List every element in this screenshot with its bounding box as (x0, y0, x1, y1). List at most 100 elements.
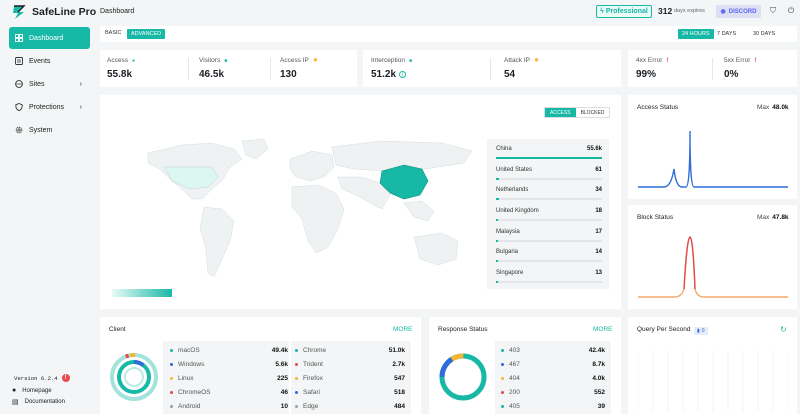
qps-title: Query Per Second (637, 326, 691, 333)
world-map-card: ACCESS BLOCKED China 55.6k United States… (100, 95, 621, 309)
list-item[interactable]: Chrome (295, 347, 326, 354)
qps-grid (638, 351, 788, 411)
shirt-theme-icon[interactable]: ⛉ (768, 6, 778, 16)
os-value: 10 (280, 403, 288, 410)
country-name: Bulgaria (496, 249, 519, 255)
list-item[interactable]: Windows (170, 361, 204, 368)
status-count: 42.4k (588, 347, 605, 354)
app-logo[interactable]: SafeLine Pro (12, 4, 96, 20)
client-donut-chart[interactable] (108, 351, 160, 403)
legend-dot (501, 391, 504, 394)
attack-ip-label: Attack IP (504, 57, 531, 64)
logout-icon[interactable]: ⏻ (786, 6, 796, 16)
chevron-right-icon: › (79, 103, 82, 111)
list-item[interactable]: Firefox (295, 375, 323, 382)
list-item[interactable]: ChromeOS (170, 389, 211, 396)
sidebar-item-system[interactable]: System (9, 119, 90, 141)
error-5xx-value: 0% (724, 69, 739, 80)
list-item[interactable]: 405 (501, 403, 520, 410)
list-item[interactable]: Android (170, 403, 200, 410)
max-label: Max (757, 214, 770, 221)
homepage-link[interactable]: ● Homepage (12, 387, 52, 394)
access-status-max: Max 48.0k (757, 104, 789, 111)
traffic-stats-card: Access ● 55.8k Visitors ■ 46.5k Access IP ✸… (100, 50, 357, 87)
visitors-label: Visitors (199, 57, 221, 64)
australia-region (413, 232, 459, 266)
access-stat: Access ● 55.8k (107, 57, 135, 80)
legend-dot (295, 405, 298, 408)
warning-icon: ! (754, 57, 757, 64)
safeline-logo-icon (13, 5, 26, 19)
list-item[interactable]: Trident (295, 361, 323, 368)
status-count: 8.7k (592, 361, 605, 368)
shield-icon (15, 103, 23, 111)
sidebar-item-events[interactable]: Events (9, 50, 90, 72)
list-item[interactable]: Safari (295, 389, 320, 396)
list-item[interactable]: Edge (295, 403, 318, 410)
map-access-tab[interactable]: ACCESS (545, 108, 576, 117)
country-bar-track (496, 240, 602, 242)
legend-dot (295, 391, 298, 394)
map-legend-gradient (112, 289, 172, 297)
qps-badge: ▮ 0 (694, 327, 708, 335)
update-alert-icon[interactable]: ! (61, 374, 70, 382)
country-name: China (496, 146, 512, 152)
range-24-hours[interactable]: 24 HOURS (678, 29, 714, 39)
country-bar-track (496, 219, 602, 221)
range-30-days[interactable]: 30 DAYS (749, 29, 779, 39)
discord-button[interactable]: ◉ DISCORD (716, 5, 761, 18)
legend-dot (501, 363, 504, 366)
chevron-right-icon: › (79, 80, 82, 88)
os-value: 225 (277, 375, 288, 382)
user-icon: ● (131, 57, 135, 64)
status-code: 404 (509, 375, 520, 382)
block-status-sparkline[interactable] (638, 233, 788, 301)
max-label: Max (757, 104, 770, 111)
list-item[interactable]: Linux (170, 375, 194, 382)
map-blocked-tab[interactable]: BLOCKED (576, 108, 610, 117)
list-item[interactable]: macOS (170, 347, 200, 354)
sidebar-item-sites[interactable]: Sites › (9, 73, 90, 95)
list-item[interactable]: 200 (501, 389, 520, 396)
mode-basic-tab[interactable]: BASIC (105, 30, 122, 36)
status-code: 200 (509, 389, 520, 396)
error-stats-card: 4xx Error! 99% 5xx Error! 0% (628, 50, 797, 87)
legend-dot (501, 405, 504, 408)
greenland-region (241, 138, 269, 160)
sidebar-item-dashboard[interactable]: Dashboard (9, 27, 90, 49)
sidebar-item-protections[interactable]: Protections › (9, 96, 90, 118)
mode-advanced-tab[interactable]: ADVANCED (127, 29, 166, 39)
range-7-days[interactable]: 7 DAYS (713, 29, 740, 39)
response-donut-chart[interactable] (437, 351, 489, 403)
list-item[interactable]: 467 (501, 361, 520, 368)
block-status-max: Max 47.8k (757, 214, 789, 221)
homepage-label: Homepage (22, 387, 52, 394)
max-value: 47.8k (772, 214, 789, 221)
info-icon[interactable]: i (399, 71, 407, 78)
professional-button[interactable]: ϟ Professional (596, 5, 652, 18)
country-name: Netherlands (496, 187, 529, 193)
country-name: Malaysia (496, 229, 520, 235)
interception-value: 51.2k (371, 69, 397, 80)
country-value: 17 (595, 229, 602, 235)
response-more-link[interactable]: MORE (593, 326, 613, 333)
access-status-sparkline[interactable] (638, 125, 788, 191)
status-count: 4.0k (592, 375, 605, 382)
status-code: 467 (509, 361, 520, 368)
country-bar-fill (496, 178, 500, 180)
visitors-icon: ■ (224, 57, 228, 64)
version-text: Version 6.2.4 (14, 374, 58, 382)
list-item[interactable]: 403 (501, 347, 520, 354)
list-item[interactable]: 404 (501, 375, 520, 382)
sidebar-nav: Dashboard Events Sites › Protections › S… (9, 27, 90, 142)
access-status-title: Access Status (637, 104, 679, 111)
access-label: Access (107, 57, 128, 64)
refresh-icon[interactable]: ↻ (780, 325, 787, 334)
country-bar-track (496, 281, 602, 283)
country-bar-fill (496, 240, 499, 242)
documentation-link[interactable]: ▤ Documentation (12, 398, 65, 406)
client-more-link[interactable]: MORE (393, 326, 413, 333)
world-map[interactable] (142, 137, 480, 287)
legend-dot (501, 377, 504, 380)
attack-ip-stat: Attack IP ✸ 54 (504, 57, 539, 80)
